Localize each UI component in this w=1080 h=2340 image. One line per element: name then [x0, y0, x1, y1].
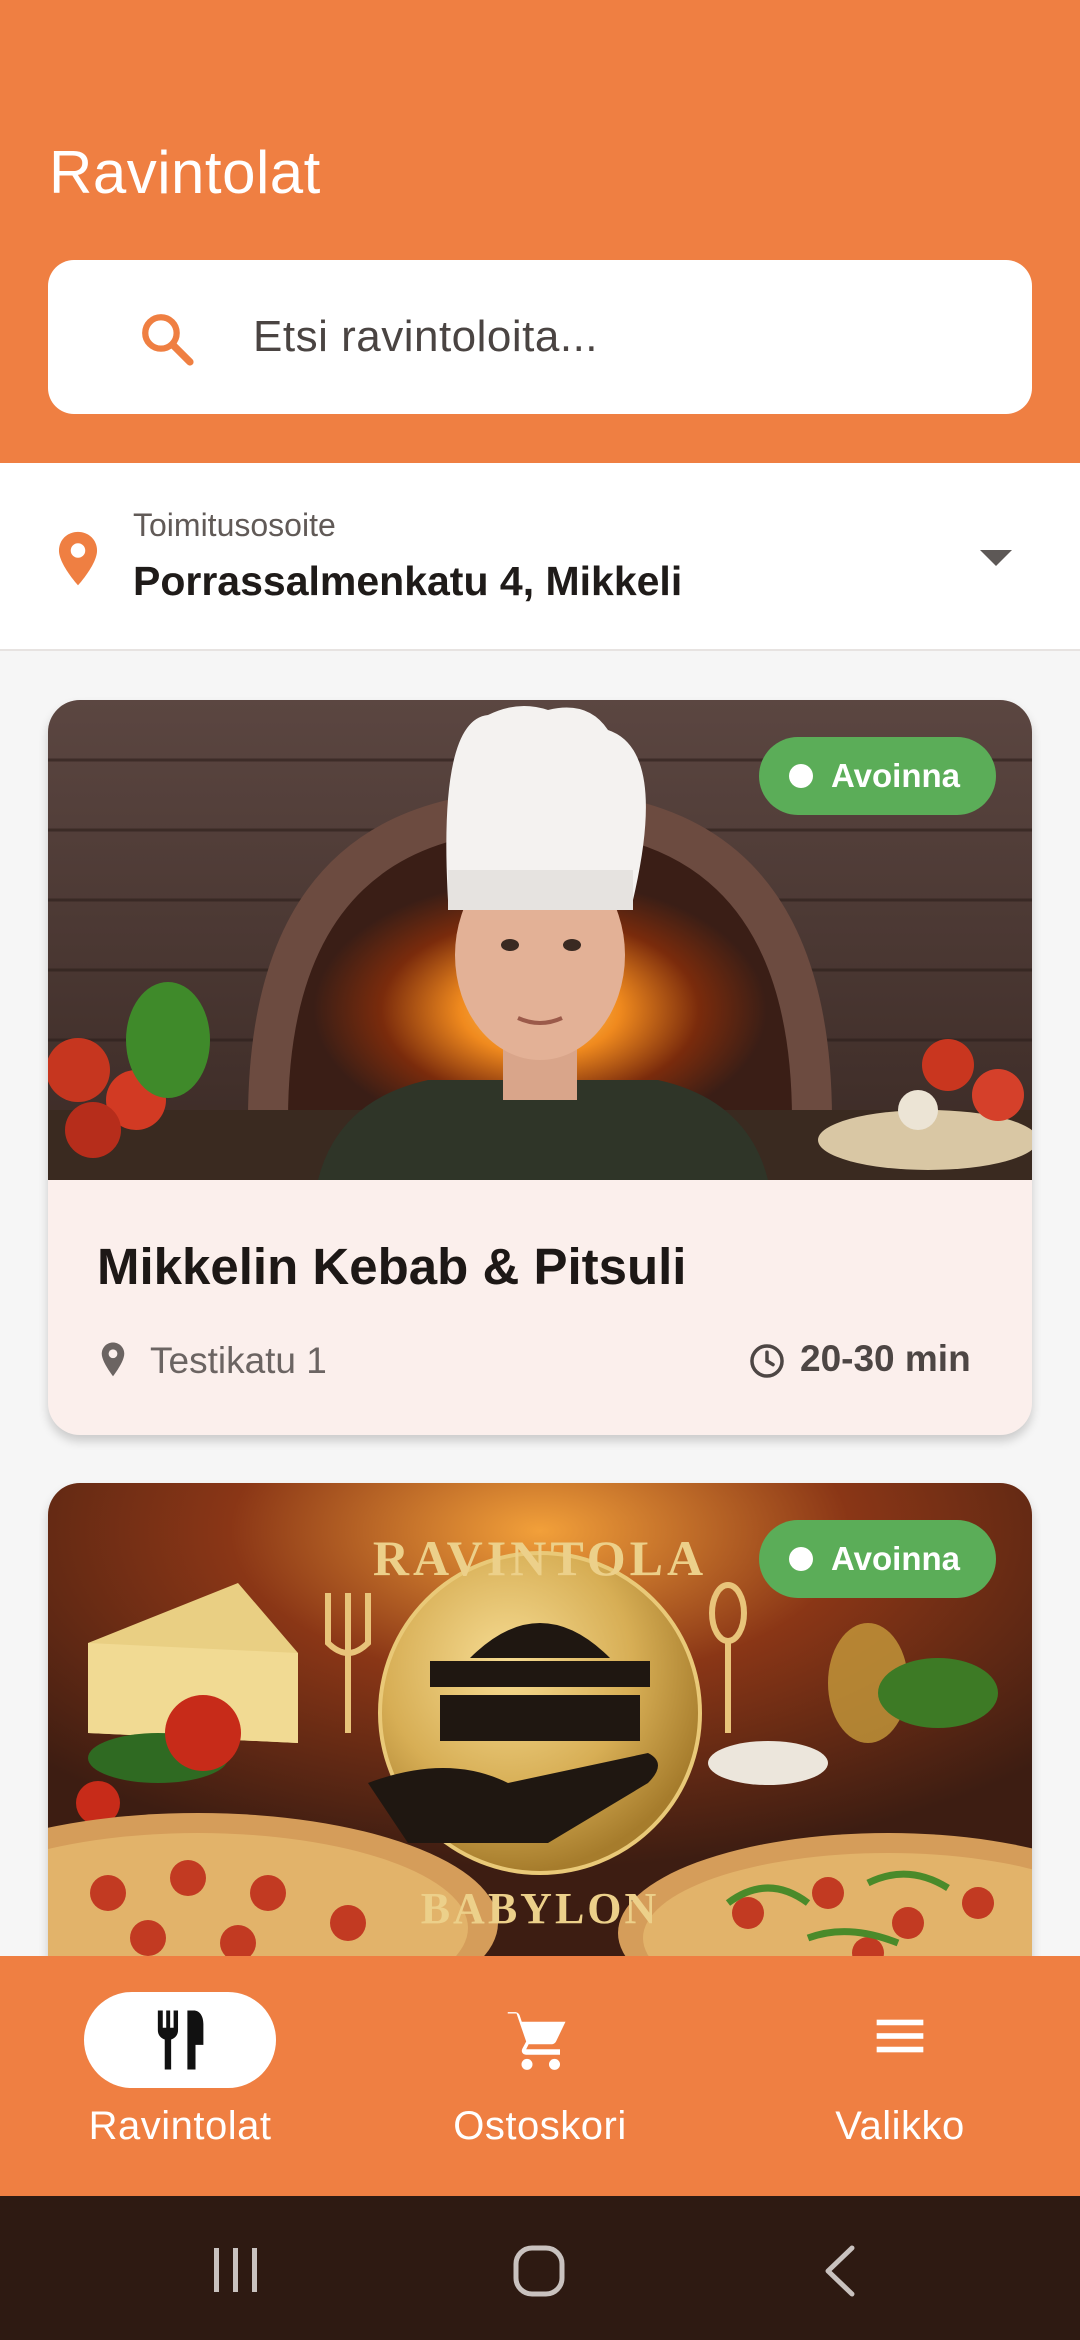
status-label: Avoinna [831, 1540, 960, 1577]
delivery-address-selector[interactable] [0, 463, 1080, 651]
restaurant-info: Mikkelin Kebab & Pitsuli Testikatu 1 20-… [48, 1180, 1032, 1435]
nav-item-ostoskori[interactable]: Ostoskori [360, 1956, 720, 2196]
nav-label: Ostoskori [453, 2104, 627, 2148]
location-pin-icon [101, 1342, 125, 1377]
recent-apps-icon[interactable] [210, 2246, 262, 2294]
restaurant-card[interactable]: Avoinna Mikkelin Kebab & Pitsuli Testika… [48, 700, 1032, 1435]
status-dot [789, 1547, 814, 1571]
address-value[interactable]: Porrassalmenkatu 4, Mikkeli [133, 558, 682, 605]
system-navigation-bar [0, 2196, 1080, 2340]
logo-text-top: RAVINTOLA [373, 1530, 707, 1586]
search-icon [142, 314, 194, 366]
clock-icon [750, 1344, 784, 1378]
restaurant-name: Mikkelin Kebab & Pitsuli [97, 1238, 687, 1295]
logo-text-bottom: BABYLON [421, 1884, 660, 1933]
search-input[interactable]: Etsi ravintoloita... [253, 312, 598, 362]
search-bar[interactable]: Etsi ravintoloita... [48, 260, 1032, 414]
location-pin-icon [58, 531, 98, 586]
nav-label: Ravintolat [88, 2104, 272, 2148]
page-title: Ravintolat [49, 139, 321, 206]
status-label: Avoinna [831, 757, 960, 794]
status-badge: Avoinna [759, 737, 996, 815]
restaurant-address: Testikatu 1 [150, 1340, 327, 1381]
nav-item-valikko[interactable]: Valikko [720, 1956, 1080, 2196]
bottom-navigation: Ravintolat Ostoskori Valikko [0, 1956, 1080, 2196]
restaurant-cutlery-icon [157, 2010, 204, 2070]
nav-label: Valikko [835, 2104, 965, 2148]
status-badge: Avoinna [759, 1520, 996, 1598]
back-icon[interactable] [820, 2244, 860, 2298]
dropdown-arrow-icon[interactable] [980, 550, 1012, 566]
delivery-time: 20-30 min [800, 1338, 971, 1379]
home-icon[interactable] [512, 2244, 566, 2298]
address-label: Toimitusosoite [133, 507, 336, 543]
shopping-cart-icon [507, 2012, 566, 2070]
menu-icon [876, 2019, 924, 2053]
status-dot [789, 764, 814, 788]
nav-item-ravintolat[interactable]: Ravintolat [0, 1956, 360, 2196]
